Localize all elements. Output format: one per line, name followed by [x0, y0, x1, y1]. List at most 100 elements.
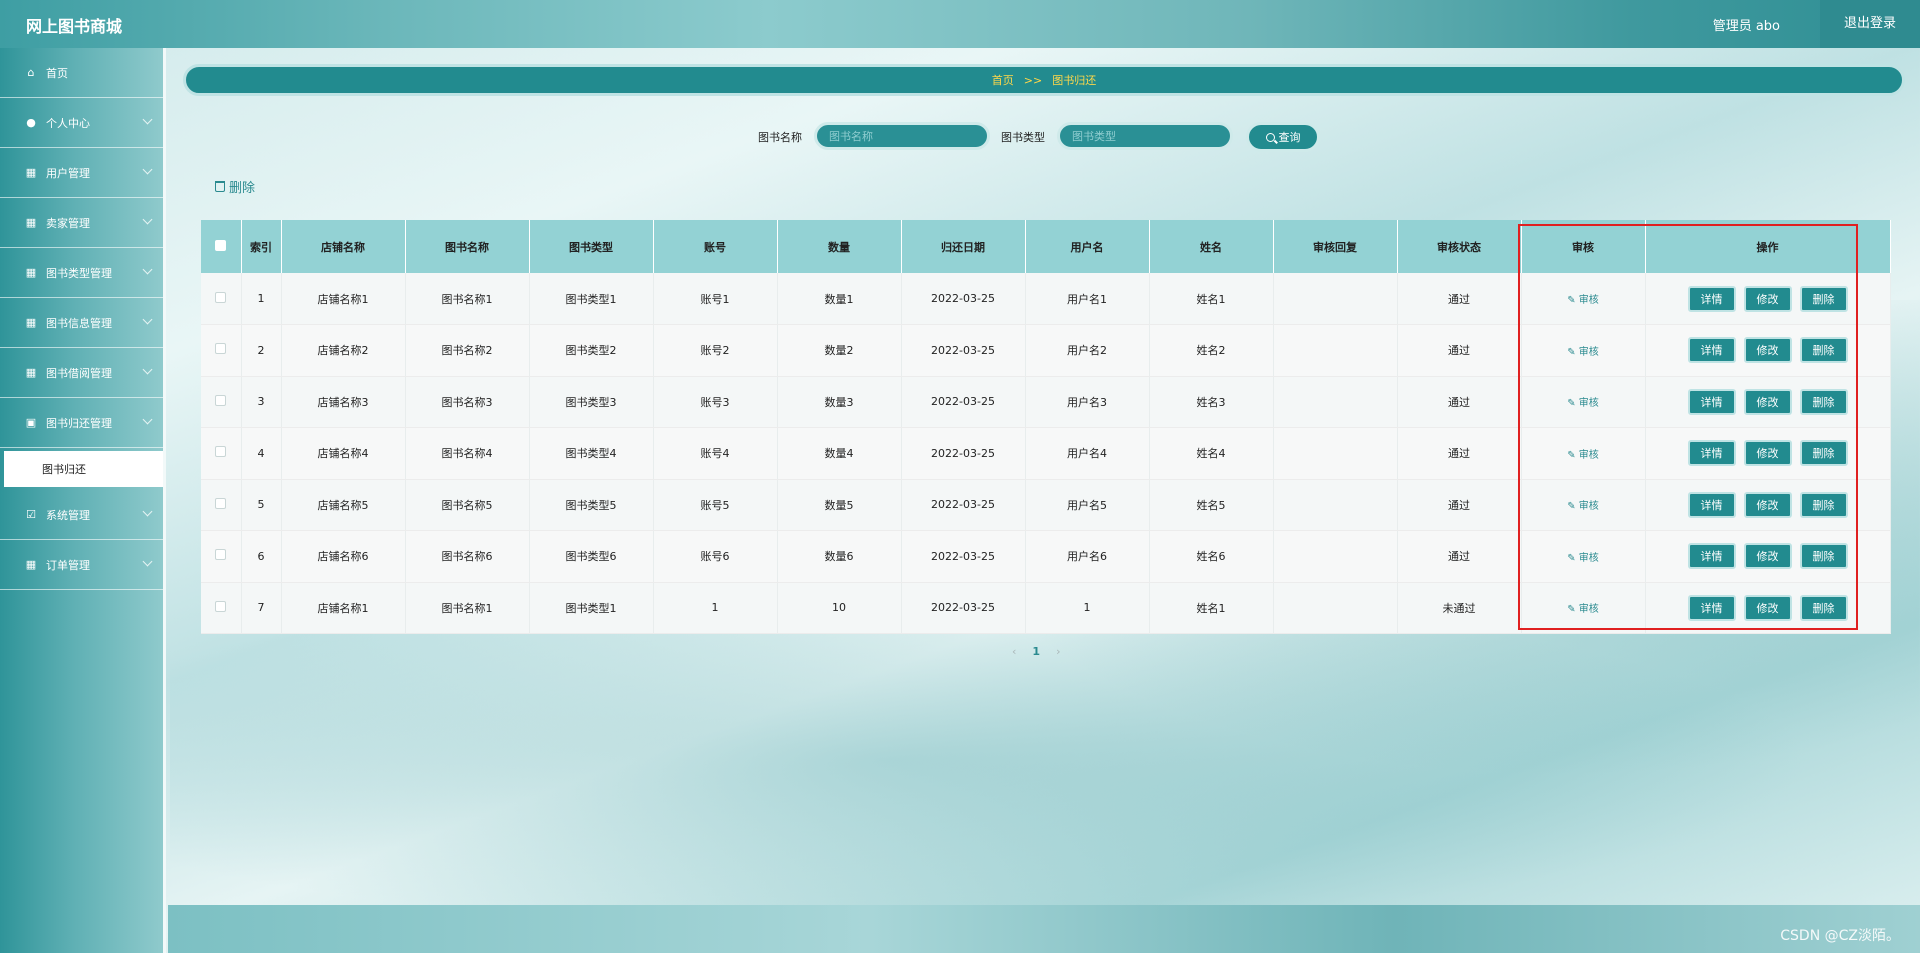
cell-book: 图书名称6 [405, 530, 530, 583]
next-page-button[interactable]: › [1056, 645, 1060, 658]
bulk-delete-button[interactable]: 删除 [215, 177, 255, 196]
row-checkbox[interactable] [215, 291, 227, 303]
cell-username: 用户名2 [1025, 324, 1150, 377]
cell-account: 1 [653, 582, 778, 634]
sidebar: ⌂ 首页 ● 个人中心 ▦ 用户管理 ▦ 卖家管理 ▦ 图书类型管理 ▦ 图书信… [0, 48, 166, 953]
sidebar-item-book-type-management[interactable]: ▦ 图书类型管理 [0, 248, 163, 298]
cell-type: 图书类型5 [529, 479, 654, 531]
row-select-cell [201, 427, 242, 480]
calendar-icon: ▣ [25, 416, 37, 429]
cell-shop: 店铺名称4 [281, 427, 406, 480]
page-number[interactable]: 1 [1032, 645, 1040, 658]
bulk-delete-label: 删除 [229, 181, 256, 196]
search-button[interactable]: 查询 [1246, 122, 1320, 152]
row-checkbox[interactable] [215, 446, 227, 458]
cell-index: 5 [241, 479, 282, 531]
row-select-cell [201, 479, 242, 531]
sidebar-item-book-return-management[interactable]: ▣ 图书归还管理 [0, 398, 163, 448]
cell-shop: 店铺名称6 [281, 530, 406, 583]
cell-account: 账号2 [653, 324, 778, 377]
sidebar-item-label: 订单管理 [46, 558, 90, 572]
column-header: 图书类型 [529, 220, 654, 273]
row-checkbox[interactable] [215, 343, 227, 355]
sidebar-item-book-borrow-management[interactable]: ▦ 图书借阅管理 [0, 348, 163, 398]
grid-icon: ▦ [25, 558, 37, 571]
sidebar-item-home[interactable]: ⌂ 首页 [0, 48, 163, 98]
sidebar-item-book-info-management[interactable]: ▦ 图书信息管理 [0, 298, 163, 348]
cell-date: 2022-03-25 [901, 479, 1026, 531]
cell-reply [1273, 530, 1398, 583]
chevron-down-icon [142, 506, 153, 517]
breadcrumb-separator: >> [1023, 73, 1043, 87]
sidebar-item-label: 首页 [46, 66, 68, 80]
sidebar-item-system-management[interactable]: ☑ 系统管理 [0, 490, 163, 540]
cell-date: 2022-03-25 [901, 324, 1026, 377]
row-select-cell [201, 582, 242, 634]
cell-name: 姓名4 [1149, 427, 1274, 480]
row-select-cell [201, 376, 242, 428]
book-type-input[interactable] [1057, 122, 1233, 150]
chevron-down-icon [142, 214, 153, 225]
cell-status: 未通过 [1397, 582, 1522, 634]
row-checkbox[interactable] [215, 549, 227, 561]
breadcrumb-home[interactable]: 首页 [992, 72, 1014, 88]
cell-status: 通过 [1397, 479, 1522, 531]
cell-account: 账号1 [653, 273, 778, 325]
sidebar-item-seller-management[interactable]: ▦ 卖家管理 [0, 198, 163, 248]
search-button-label: 查询 [1278, 131, 1301, 144]
cell-username: 用户名1 [1025, 273, 1150, 325]
select-all-checkbox[interactable] [215, 239, 227, 251]
cell-shop: 店铺名称1 [281, 582, 406, 634]
top-header: 网上图书商城 管理员 abo 退出登录 [0, 0, 1920, 48]
chevron-down-icon [142, 364, 153, 375]
cell-qty: 数量5 [777, 479, 902, 531]
chevron-down-icon [142, 264, 153, 275]
cell-name: 姓名1 [1149, 582, 1274, 634]
sidebar-item-user-management[interactable]: ▦ 用户管理 [0, 148, 163, 198]
column-header: 归还日期 [901, 220, 1026, 273]
select-all-header [201, 220, 242, 273]
cell-shop: 店铺名称1 [281, 273, 406, 325]
column-header: 索引 [241, 220, 282, 273]
column-header: 图书名称 [405, 220, 530, 273]
grid-icon: ▦ [25, 366, 37, 379]
logout-button[interactable]: 退出登录 [1820, 0, 1920, 48]
row-checkbox[interactable] [215, 600, 227, 612]
search-bar: 图书名称 图书类型 查询 [0, 122, 1920, 152]
grid-icon: ▦ [25, 216, 37, 229]
row-checkbox[interactable] [215, 497, 227, 509]
row-checkbox[interactable] [215, 394, 227, 406]
cell-book: 图书名称2 [405, 324, 530, 377]
admin-username: 管理员 abo [1712, 19, 1780, 34]
sidebar-item-label: 用户管理 [46, 166, 90, 180]
cell-username: 用户名3 [1025, 376, 1150, 428]
cell-reply [1273, 324, 1398, 377]
cell-index: 1 [241, 273, 282, 325]
chevron-down-icon [142, 414, 153, 425]
sidebar-item-label: 系统管理 [46, 508, 90, 522]
watermark: CSDN @CZ淡陌。 [1780, 928, 1900, 944]
book-name-label: 图书名称 [758, 131, 802, 144]
cell-index: 4 [241, 427, 282, 480]
row-select-cell [201, 530, 242, 583]
cell-type: 图书类型6 [529, 530, 654, 583]
cell-reply [1273, 273, 1398, 325]
cell-name: 姓名3 [1149, 376, 1274, 428]
sidebar-item-order-management[interactable]: ▦ 订单管理 [0, 540, 163, 590]
breadcrumb: 首页 >> 图书归还 [183, 64, 1905, 96]
trash-icon [215, 181, 225, 192]
sidebar-item-label: 图书借阅管理 [46, 366, 112, 380]
column-header: 数量 [777, 220, 902, 273]
grid-icon: ▦ [25, 166, 37, 179]
sidebar-subitem-book-return[interactable]: 图书归还 [4, 451, 163, 487]
book-name-input[interactable] [814, 122, 990, 150]
cell-shop: 店铺名称2 [281, 324, 406, 377]
cell-qty: 数量2 [777, 324, 902, 377]
cell-qty: 数量3 [777, 376, 902, 428]
grid-icon: ▦ [25, 316, 37, 329]
cell-username: 1 [1025, 582, 1150, 634]
column-header: 审核状态 [1397, 220, 1522, 273]
prev-page-button[interactable]: ‹ [1012, 645, 1016, 658]
row-select-cell [201, 273, 242, 325]
app-title: 网上图书商城 [26, 17, 123, 36]
